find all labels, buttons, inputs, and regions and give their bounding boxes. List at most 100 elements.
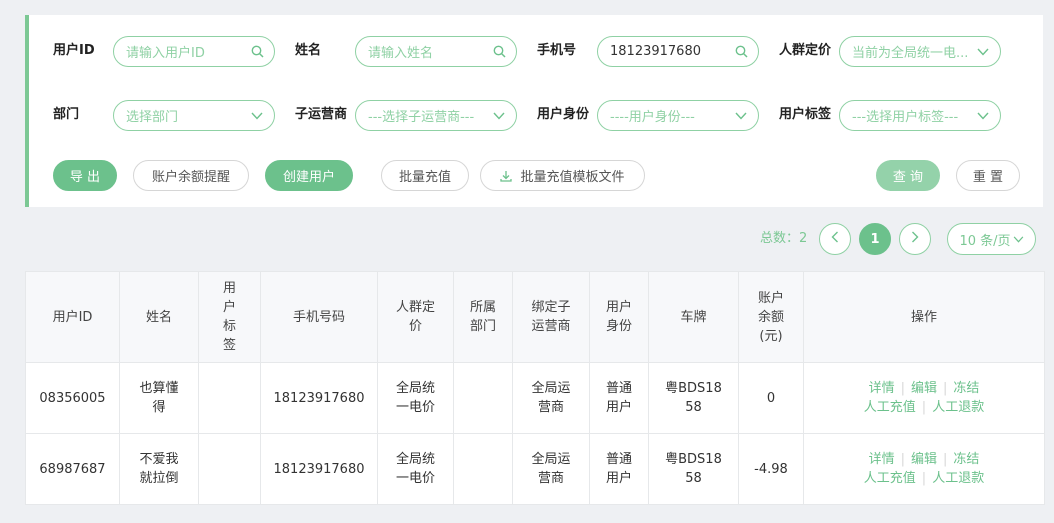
cell-tag	[198, 362, 261, 434]
department-placeholder: 选择部门	[126, 110, 179, 125]
table-row: 08356005 也算懂得 18123917680 全局统一电价 全局运营商 普…	[25, 362, 1045, 434]
col-header-user-id[interactable]: 用户ID	[25, 271, 120, 363]
page-size-select[interactable]: 10 条/页	[947, 223, 1036, 255]
batch-recharge-button[interactable]: 批量充值	[381, 160, 469, 191]
batch-template-download-button[interactable]: 批量充值模板文件	[480, 160, 645, 191]
cell-operator: 全局运营商	[512, 433, 590, 505]
name-placeholder: 请输入姓名	[368, 46, 434, 61]
cell-pricing-text: 全局统一电价	[395, 452, 435, 486]
cell-ops: 详情 | 编辑 | 冻结 人工充值 | 人工退款	[803, 433, 1045, 505]
user-table: 用户ID 姓名 用户标签 手机号码 人群定价 所属部门 绑定子运营商 用户身份 …	[25, 271, 1045, 505]
manual-recharge-link[interactable]: 人工充值	[864, 471, 916, 486]
balance-alert-button[interactable]: 账户余额提醒	[133, 160, 249, 191]
user-identity-select[interactable]: ----用户身份---	[597, 100, 759, 131]
cell-plate: 粤BDS1858	[648, 433, 739, 505]
chevron-down-icon	[1013, 235, 1024, 243]
cell-pricing: 全局统一电价	[377, 433, 454, 505]
col-header-user-tag[interactable]: 用户标签	[198, 271, 261, 363]
detail-link[interactable]: 详情	[869, 452, 895, 467]
cell-identity-text: 普通用户	[606, 452, 633, 486]
chevron-down-icon	[250, 109, 264, 123]
col-header-identity[interactable]: 用户身份	[589, 271, 649, 363]
edit-link[interactable]: 编辑	[911, 452, 937, 467]
cell-balance: 0	[738, 362, 804, 434]
name-input[interactable]: 请输入姓名	[355, 36, 517, 67]
table-header-row: 用户ID 姓名 用户标签 手机号码 人群定价 所属部门 绑定子运营商 用户身份 …	[25, 271, 1045, 363]
cell-tag	[198, 433, 261, 505]
detail-link[interactable]: 详情	[869, 381, 895, 396]
col-header-pricing-text: 人群定价	[395, 300, 435, 334]
chevron-down-icon	[976, 45, 990, 59]
chevron-left-icon	[831, 231, 839, 247]
crowd-pricing-placeholder: 当前为全局统一电...	[852, 46, 969, 61]
manual-recharge-link[interactable]: 人工充值	[864, 400, 916, 415]
user-identity-label: 用户身份	[537, 107, 590, 122]
freeze-link[interactable]: 冻结	[953, 452, 979, 467]
reset-button[interactable]: 重 置	[956, 160, 1020, 191]
cell-identity-text: 普通用户	[606, 381, 633, 415]
cell-ops: 详情 | 编辑 | 冻结 人工充值 | 人工退款	[803, 362, 1045, 434]
col-header-identity-text: 用户身份	[606, 300, 633, 334]
sub-operator-select[interactable]: ---选择子运营商---	[355, 100, 517, 131]
col-header-name[interactable]: 姓名	[119, 271, 199, 363]
filter-panel: 用户ID 请输入用户ID 姓名 请输入姓名 手机号 18123917680 人群…	[25, 15, 1043, 207]
col-header-phone[interactable]: 手机号码	[260, 271, 378, 363]
user-id-placeholder: 请输入用户ID	[126, 46, 205, 61]
cell-plate-text: 粤BDS1858	[665, 381, 722, 415]
cell-phone: 18123917680	[260, 433, 378, 505]
edit-link[interactable]: 编辑	[911, 381, 937, 396]
cell-pricing: 全局统一电价	[377, 362, 454, 434]
cell-user-id: 68987687	[25, 433, 120, 505]
name-label: 姓名	[295, 43, 322, 58]
cell-phone: 18123917680	[260, 362, 378, 434]
chevron-down-icon	[734, 109, 748, 123]
prev-page-button[interactable]	[819, 223, 851, 255]
col-header-balance-text: 账户余额(元)	[758, 290, 785, 344]
cell-name-text: 也算懂得	[139, 381, 179, 415]
phone-input[interactable]: 18123917680	[597, 36, 759, 67]
batch-template-label: 批量充值模板文件	[520, 170, 625, 185]
sub-operator-placeholder: ---选择子运营商---	[368, 110, 475, 125]
manual-refund-link[interactable]: 人工退款	[932, 400, 984, 415]
search-icon[interactable]	[250, 45, 264, 59]
department-select[interactable]: 选择部门	[113, 100, 275, 131]
col-header-ops: 操作	[803, 271, 1045, 363]
total-count: 总数：2	[760, 231, 808, 246]
col-header-operator[interactable]: 绑定子运营商	[512, 271, 590, 363]
col-header-plate[interactable]: 车牌	[648, 271, 739, 363]
next-page-button[interactable]	[899, 223, 931, 255]
crowd-pricing-select[interactable]: 当前为全局统一电...	[839, 36, 1001, 67]
freeze-link[interactable]: 冻结	[953, 381, 979, 396]
user-tag-select[interactable]: ---选择用户标签---	[839, 100, 1001, 131]
cell-plate-text: 粤BDS1858	[665, 452, 722, 486]
sub-operator-label: 子运营商	[295, 107, 348, 122]
phone-label: 手机号	[537, 43, 577, 58]
cell-identity: 普通用户	[589, 433, 649, 505]
chevron-right-icon	[911, 231, 919, 247]
cell-operator: 全局运营商	[512, 362, 590, 434]
cell-operator-text: 全局运营商	[531, 452, 571, 486]
search-icon[interactable]	[492, 45, 506, 59]
cell-balance: -4.98	[738, 433, 804, 505]
page-size-value: 10 条/页	[959, 233, 1011, 249]
cell-dept	[453, 362, 513, 434]
cell-operator-text: 全局运营商	[531, 381, 571, 415]
manual-refund-link[interactable]: 人工退款	[932, 471, 984, 486]
user-tag-label: 用户标签	[779, 107, 832, 122]
cell-name: 也算懂得	[119, 362, 199, 434]
page-number-current[interactable]: 1	[859, 223, 891, 255]
export-button[interactable]: 导 出	[53, 160, 117, 191]
cell-user-id: 08356005	[25, 362, 120, 434]
table-row: 68987687 不爱我就拉倒 18123917680 全局统一电价 全局运营商…	[25, 433, 1045, 505]
user-id-label: 用户ID	[53, 43, 95, 58]
department-label: 部门	[53, 107, 80, 122]
search-icon[interactable]	[734, 45, 748, 59]
cell-dept	[453, 433, 513, 505]
create-user-button[interactable]: 创建用户	[265, 160, 353, 191]
query-button[interactable]: 查 询	[876, 160, 940, 191]
col-header-dept[interactable]: 所属部门	[453, 271, 513, 363]
col-header-balance[interactable]: 账户余额(元)	[738, 271, 804, 363]
col-header-pricing[interactable]: 人群定价	[377, 271, 454, 363]
col-header-user-tag-text: 用户标签	[222, 281, 236, 353]
user-id-input[interactable]: 请输入用户ID	[113, 36, 275, 67]
